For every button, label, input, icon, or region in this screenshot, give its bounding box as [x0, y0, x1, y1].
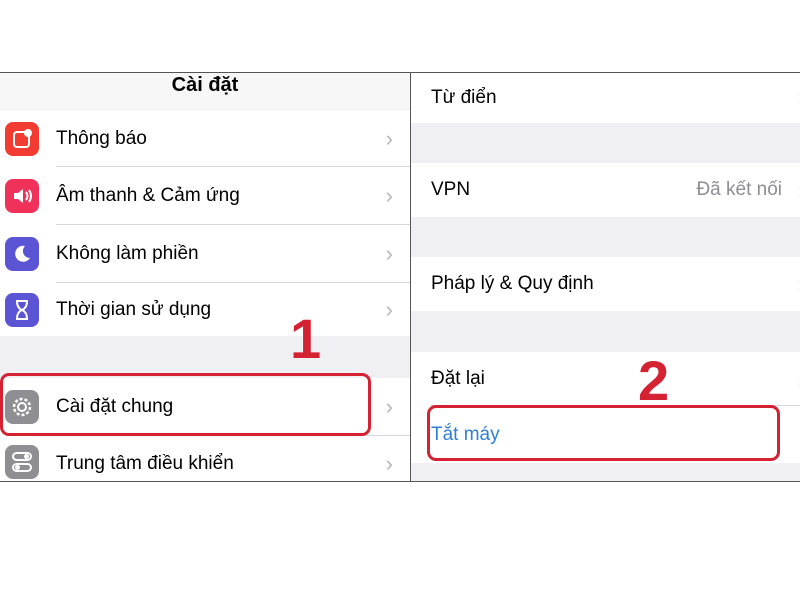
settings-item-label: Không làm phiền [56, 243, 199, 264]
general-settings-panel: Từ điển › VPN Đã kết nối › Pháp lý & Quy… [411, 72, 800, 482]
settings-item-screen-time[interactable]: Thời gian sử dụng › [0, 283, 410, 336]
settings-item-reset[interactable]: Đặt lại › [411, 352, 800, 406]
step-number-2: 2 [638, 349, 670, 412]
chevron-right-icon: › [385, 394, 393, 419]
settings-panel: Cài đặt Thông báo › Âm thanh & Cảm ứng ›… [0, 72, 411, 482]
settings-item-sounds[interactable]: Âm thanh & Cảm ứng › [0, 167, 410, 225]
chevron-right-icon: › [385, 451, 393, 476]
settings-item-label: Thời gian sử dụng [56, 298, 212, 320]
settings-item-do-not-disturb[interactable]: Không làm phiền › [0, 225, 410, 283]
chevron-right-icon: › [385, 241, 393, 266]
settings-item-label: Thông báo [56, 127, 147, 149]
settings-item-label: VPN [431, 179, 471, 200]
settings-item-label: Trung tâm điều khiển [56, 453, 234, 474]
settings-item-control-center[interactable]: Trung tâm điều khiển › [0, 436, 410, 481]
settings-item-vpn[interactable]: VPN Đã kết nối › [411, 163, 800, 217]
settings-item-label: Âm thanh & Cảm ứng [56, 185, 240, 206]
moon-icon [5, 237, 39, 271]
chevron-right-icon: › [385, 125, 393, 151]
step-number-1: 1 [290, 307, 322, 370]
highlight-box-step-1 [0, 373, 371, 436]
settings-item-label: Đặt lại [431, 368, 485, 389]
vpn-status: Đã kết nối [696, 179, 782, 200]
chevron-right-icon: › [385, 183, 393, 208]
settings-item-label: Pháp lý & Quy định [431, 273, 594, 294]
settings-item-label: Từ điển [431, 87, 497, 108]
highlight-box-step-2 [427, 405, 780, 461]
chevron-right-icon: › [385, 296, 393, 322]
toggles-icon [5, 445, 39, 479]
settings-item-dictionary[interactable]: Từ điển › [411, 73, 800, 123]
hourglass-icon [5, 292, 39, 327]
speaker-icon [5, 179, 39, 213]
page-title: Cài đặt [0, 73, 410, 109]
settings-item-notifications[interactable]: Thông báo › [0, 110, 410, 167]
settings-item-legal[interactable]: Pháp lý & Quy định › [411, 257, 800, 311]
notification-icon [5, 121, 39, 156]
